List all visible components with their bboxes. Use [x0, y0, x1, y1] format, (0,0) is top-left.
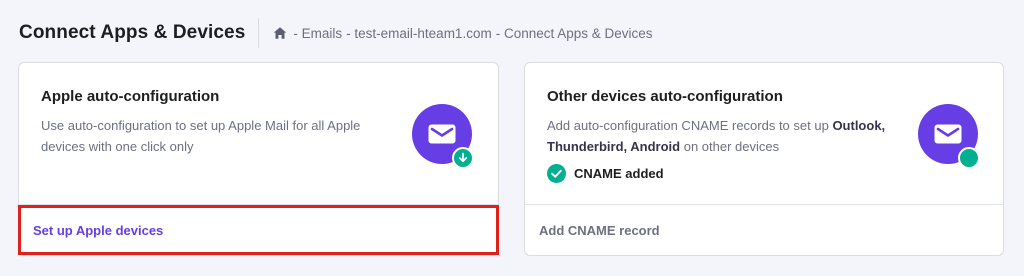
- set-up-apple-devices-link[interactable]: Set up Apple devices: [19, 204, 498, 255]
- description-text-end: on other devices: [680, 139, 780, 154]
- add-cname-record-button[interactable]: Add CNAME record: [525, 204, 1003, 255]
- home-icon[interactable]: [273, 26, 287, 40]
- card-body: Apple auto-configuration Use auto-config…: [19, 63, 498, 206]
- card-description: Use auto-configuration to set up Apple M…: [41, 118, 361, 154]
- breadcrumb-item-domain[interactable]: - test-email-hteam1.com: [346, 26, 492, 41]
- other-devices-auto-configuration-card: Other devices auto-configuration Add aut…: [524, 62, 1004, 256]
- apple-auto-configuration-card: Apple auto-configuration Use auto-config…: [18, 62, 499, 256]
- page-title: Connect Apps & Devices: [19, 22, 246, 43]
- description-text: Add auto-configuration CNAME records to …: [547, 118, 833, 133]
- card-description: Add auto-configuration CNAME records to …: [547, 115, 887, 157]
- card-title: Other devices auto-configuration: [547, 88, 783, 105]
- breadcrumb: - Emails - test-email-hteam1.com - Conne…: [273, 25, 653, 41]
- page-header: Connect Apps & Devices - Emails - test-e…: [19, 18, 653, 48]
- header-divider: [258, 18, 260, 48]
- card-body: Other devices auto-configuration Add aut…: [525, 63, 1003, 206]
- check-circle-icon: [547, 164, 566, 183]
- cname-status: CNAME added: [547, 164, 664, 183]
- card-title: Apple auto-configuration: [41, 88, 220, 105]
- breadcrumb-item-emails[interactable]: - Emails: [293, 26, 342, 41]
- breadcrumb-item-current: - Connect Apps & Devices: [495, 25, 653, 41]
- download-icon: [452, 147, 474, 169]
- status-label: CNAME added: [574, 166, 664, 181]
- status-dot-icon: [958, 147, 980, 169]
